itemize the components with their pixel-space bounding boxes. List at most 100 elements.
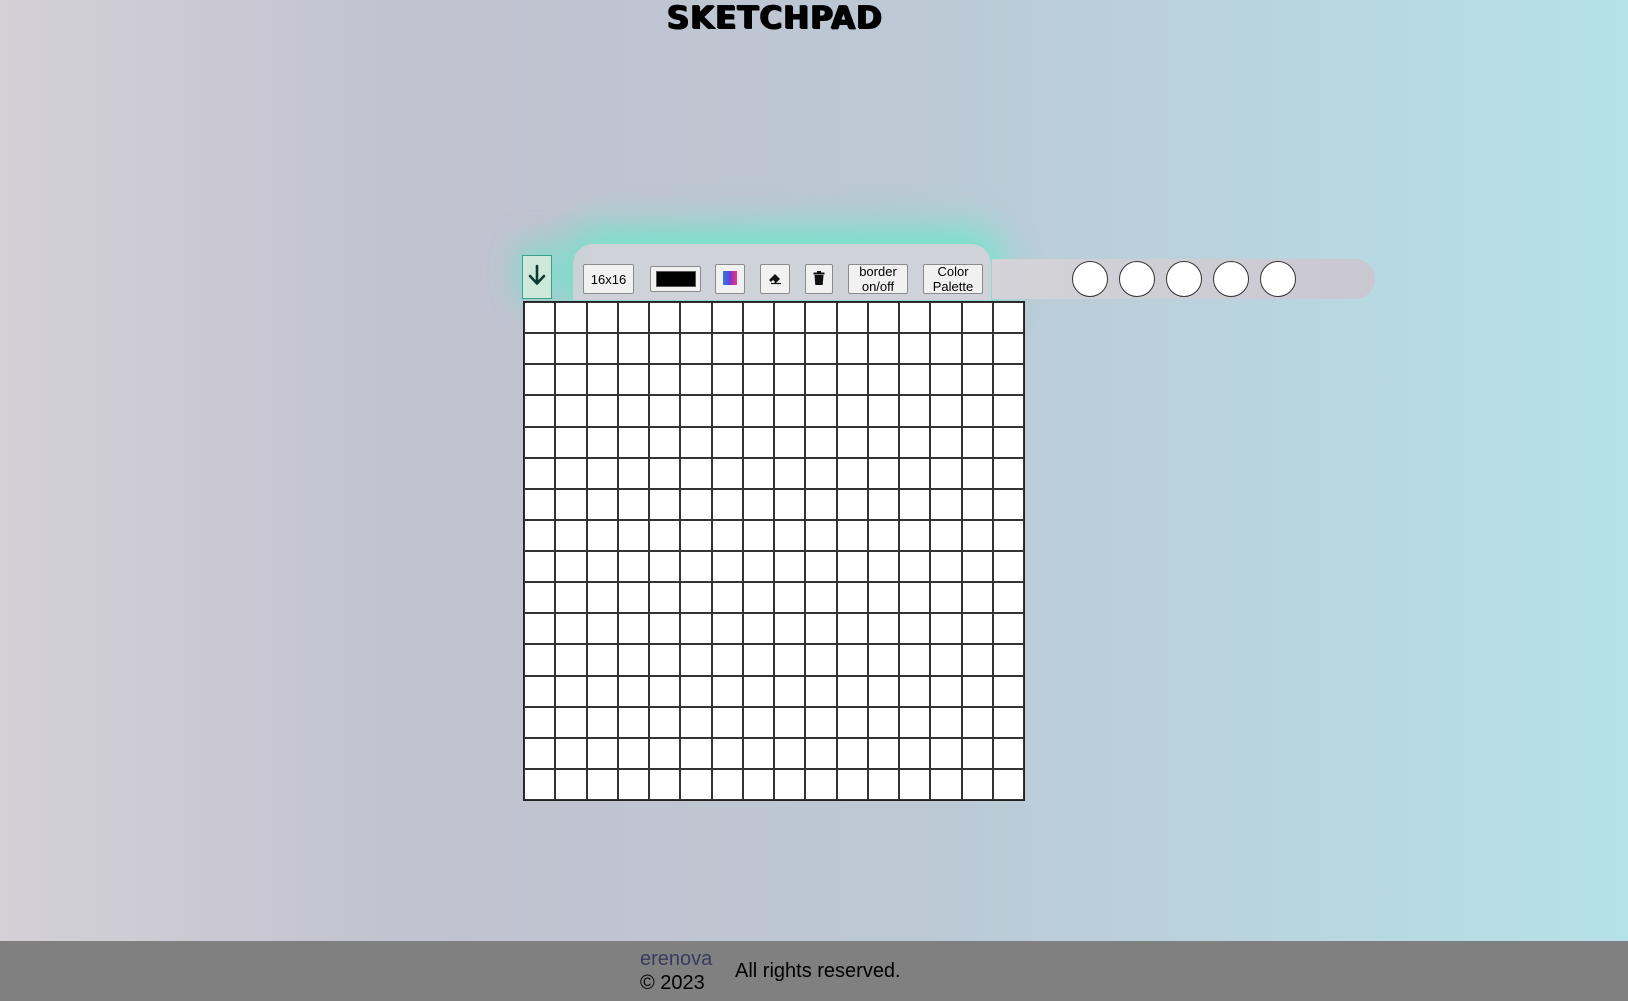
grid-cell[interactable] <box>711 613 743 645</box>
grid-cell[interactable] <box>555 457 587 489</box>
grid-cell[interactable] <box>649 582 681 614</box>
grid-cell[interactable] <box>961 364 993 396</box>
grid-cell[interactable] <box>586 395 618 427</box>
grid-cell[interactable] <box>774 364 806 396</box>
grid-cell[interactable] <box>524 364 556 396</box>
grid-cell[interactable] <box>774 582 806 614</box>
grid-cell[interactable] <box>992 302 1024 334</box>
grid-cell[interactable] <box>649 551 681 583</box>
grid-cell[interactable] <box>867 333 899 365</box>
grid-cell[interactable] <box>680 644 712 676</box>
grid-cell[interactable] <box>617 613 649 645</box>
grid-cell[interactable] <box>617 364 649 396</box>
grid-cell[interactable] <box>774 551 806 583</box>
grid-cell[interactable] <box>867 457 899 489</box>
grid-cell[interactable] <box>805 582 837 614</box>
grid-cell[interactable] <box>742 551 774 583</box>
grid-cell[interactable] <box>586 519 618 551</box>
sketch-canvas[interactable] <box>523 301 1025 801</box>
grid-cell[interactable] <box>805 737 837 769</box>
grid-cell[interactable] <box>649 737 681 769</box>
grid-cell[interactable] <box>524 426 556 458</box>
grid-cell[interactable] <box>711 302 743 334</box>
grid-cell[interactable] <box>774 302 806 334</box>
grid-cell[interactable] <box>524 333 556 365</box>
grid-cell[interactable] <box>680 519 712 551</box>
grid-cell[interactable] <box>805 613 837 645</box>
grid-cell[interactable] <box>899 333 931 365</box>
grid-cell[interactable] <box>711 488 743 520</box>
grid-cell[interactable] <box>992 582 1024 614</box>
grid-cell[interactable] <box>961 426 993 458</box>
grid-cell[interactable] <box>711 333 743 365</box>
grid-cell[interactable] <box>555 364 587 396</box>
grid-cell[interactable] <box>649 395 681 427</box>
grid-cell[interactable] <box>836 613 868 645</box>
grid-cell[interactable] <box>555 737 587 769</box>
grid-cell[interactable] <box>930 644 962 676</box>
grid-cell[interactable] <box>680 457 712 489</box>
grid-cell[interactable] <box>930 364 962 396</box>
grid-cell[interactable] <box>867 737 899 769</box>
grid-cell[interactable] <box>711 426 743 458</box>
grid-cell[interactable] <box>992 613 1024 645</box>
grid-cell[interactable] <box>555 395 587 427</box>
grid-cell[interactable] <box>586 364 618 396</box>
grid-cell[interactable] <box>961 582 993 614</box>
grid-cell[interactable] <box>586 333 618 365</box>
grid-cell[interactable] <box>524 675 556 707</box>
grid-cell[interactable] <box>617 395 649 427</box>
grid-cell[interactable] <box>836 551 868 583</box>
grid-cell[interactable] <box>930 488 962 520</box>
grid-cell[interactable] <box>742 333 774 365</box>
grid-cell[interactable] <box>649 488 681 520</box>
grid-cell[interactable] <box>617 302 649 334</box>
palette-slot-2[interactable] <box>1119 261 1155 297</box>
grid-cell[interactable] <box>930 302 962 334</box>
grid-cell[interactable] <box>836 675 868 707</box>
grid-cell[interactable] <box>742 706 774 738</box>
grid-cell[interactable] <box>836 644 868 676</box>
grid-cell[interactable] <box>617 675 649 707</box>
grid-cell[interactable] <box>742 768 774 800</box>
grid-cell[interactable] <box>617 519 649 551</box>
grid-cell[interactable] <box>805 488 837 520</box>
grid-cell[interactable] <box>524 582 556 614</box>
grid-size-button[interactable]: 16x16 <box>583 264 634 294</box>
grid-cell[interactable] <box>555 551 587 583</box>
grid-cell[interactable] <box>930 737 962 769</box>
grid-cell[interactable] <box>680 675 712 707</box>
palette-slot-3[interactable] <box>1166 261 1202 297</box>
clear-canvas-button[interactable] <box>805 264 833 294</box>
grid-cell[interactable] <box>649 519 681 551</box>
grid-cell[interactable] <box>899 551 931 583</box>
grid-cell[interactable] <box>617 582 649 614</box>
grid-cell[interactable] <box>899 644 931 676</box>
grid-cell[interactable] <box>586 551 618 583</box>
grid-cell[interactable] <box>992 644 1024 676</box>
grid-cell[interactable] <box>899 706 931 738</box>
grid-cell[interactable] <box>992 426 1024 458</box>
grid-cell[interactable] <box>961 675 993 707</box>
grid-cell[interactable] <box>992 488 1024 520</box>
grid-cell[interactable] <box>867 768 899 800</box>
grid-cell[interactable] <box>930 333 962 365</box>
grid-cell[interactable] <box>774 768 806 800</box>
grid-cell[interactable] <box>867 644 899 676</box>
grid-cell[interactable] <box>961 457 993 489</box>
grid-cell[interactable] <box>992 333 1024 365</box>
grid-cell[interactable] <box>961 488 993 520</box>
grid-cell[interactable] <box>649 613 681 645</box>
grid-cell[interactable] <box>555 426 587 458</box>
grid-cell[interactable] <box>836 395 868 427</box>
grid-cell[interactable] <box>742 613 774 645</box>
grid-cell[interactable] <box>680 706 712 738</box>
grid-cell[interactable] <box>680 582 712 614</box>
grid-cell[interactable] <box>649 675 681 707</box>
grid-cell[interactable] <box>930 675 962 707</box>
grid-cell[interactable] <box>586 302 618 334</box>
color-palette-button[interactable]: Color Palette <box>923 264 983 294</box>
grid-cell[interactable] <box>555 644 587 676</box>
grid-cell[interactable] <box>867 426 899 458</box>
grid-cell[interactable] <box>899 675 931 707</box>
